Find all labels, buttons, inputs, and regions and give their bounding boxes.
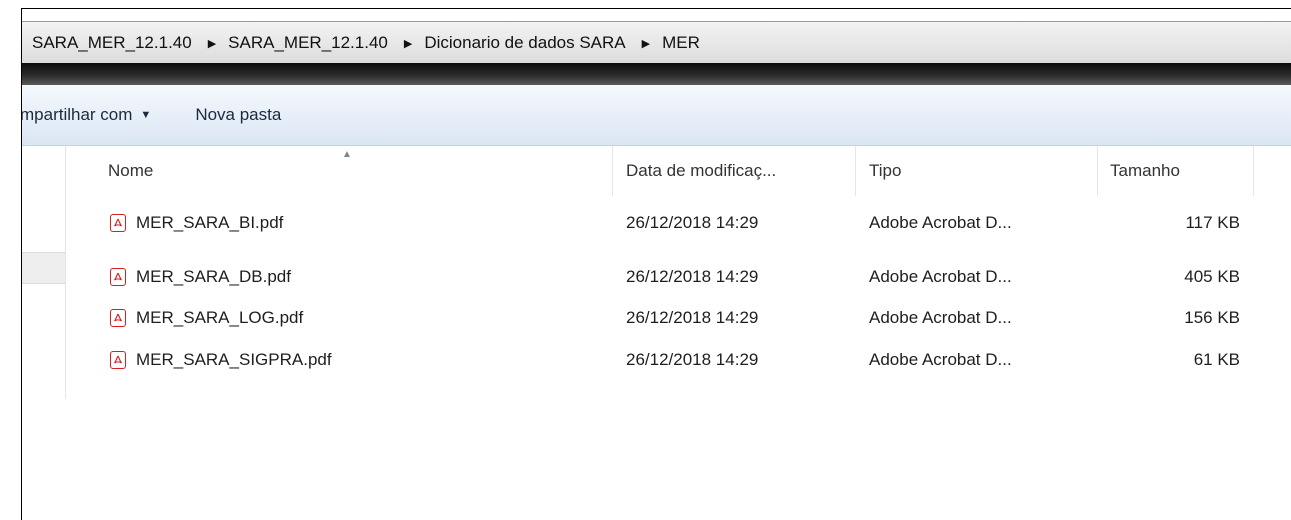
breadcrumb-item-3[interactable]: Dicionario de dados SARA — [422, 33, 631, 53]
file-type: Adobe Acrobat D... — [869, 213, 1012, 232]
file-size: 405 KB — [1184, 267, 1240, 286]
new-folder-label: Nova pasta — [195, 105, 282, 124]
file-name: MER_SARA_BI.pdf — [136, 213, 284, 232]
navigation-pane-selected-item[interactable] — [22, 252, 65, 284]
empty-area — [22, 399, 1291, 520]
pdf-icon — [110, 268, 126, 286]
file-name-cell[interactable]: MER_SARA_BI.pdf — [110, 209, 283, 237]
breadcrumb[interactable]: SARA_MER_12.1.40 ▶ SARA_MER_12.1.40 ▶ Di… — [22, 21, 1291, 65]
navigation-pane[interactable] — [22, 146, 66, 399]
share-with-button[interactable]: mpartilhar com ▼ — [21, 85, 152, 145]
explorer-window: SARA_MER_12.1.40 ▶ SARA_MER_12.1.40 ▶ Di… — [21, 8, 1291, 520]
column-divider[interactable] — [1253, 146, 1254, 196]
column-divider[interactable] — [1097, 146, 1098, 196]
menu-bar-band — [22, 63, 1291, 85]
file-name-cell[interactable]: MER_SARA_LOG.pdf — [110, 304, 303, 332]
file-type: Adobe Acrobat D... — [869, 350, 1012, 369]
column-header-type[interactable]: Tipo — [869, 146, 901, 196]
file-date: 26/12/2018 14:29 — [626, 267, 759, 286]
command-toolbar: mpartilhar com ▼ Nova pasta — [22, 85, 1291, 146]
column-header-date-label: Data de modificaç... — [626, 161, 777, 180]
pdf-icon — [110, 214, 126, 232]
file-date: 26/12/2018 14:29 — [626, 350, 759, 369]
column-divider[interactable] — [612, 146, 613, 196]
pdf-icon — [110, 351, 126, 369]
column-header-name-label: Nome — [108, 161, 154, 180]
file-name-cell[interactable]: MER_SARA_SIGPRA.pdf — [110, 346, 332, 374]
file-type: Adobe Acrobat D... — [869, 267, 1012, 286]
breadcrumb-chevron-icon[interactable]: ▶ — [632, 37, 660, 50]
file-name: MER_SARA_SIGPRA.pdf — [136, 350, 332, 369]
sort-ascending-icon: ▲ — [342, 149, 352, 160]
breadcrumb-item-2[interactable]: SARA_MER_12.1.40 — [226, 33, 394, 53]
column-divider[interactable] — [855, 146, 856, 196]
file-list: ▲ Nome Data de modificaç... Tipo Tamanho — [66, 146, 1291, 399]
column-header-date[interactable]: Data de modificaç... — [626, 146, 776, 196]
breadcrumb-item-4[interactable]: MER — [660, 33, 706, 53]
file-size: 156 KB — [1184, 308, 1240, 327]
file-name: MER_SARA_LOG.pdf — [136, 308, 304, 327]
column-header-name[interactable]: Nome — [108, 146, 153, 196]
pdf-icon — [110, 309, 126, 327]
column-header-size-label: Tamanho — [1110, 161, 1180, 180]
breadcrumb-item-1[interactable]: SARA_MER_12.1.40 — [22, 33, 198, 53]
file-size: 61 KB — [1193, 350, 1240, 369]
breadcrumb-chevron-icon[interactable]: ▶ — [394, 37, 422, 50]
file-size: 117 KB — [1185, 213, 1240, 232]
file-row[interactable]: MER_SARA_SIGPRA.pdf 26/12/2018 14:29 Ado… — [66, 346, 1291, 374]
breadcrumb-chevron-icon[interactable]: ▶ — [198, 37, 226, 50]
file-date: 26/12/2018 14:29 — [626, 308, 759, 327]
file-date: 26/12/2018 14:29 — [626, 213, 759, 232]
file-row[interactable]: MER_SARA_BI.pdf 26/12/2018 14:29 Adobe A… — [66, 209, 1291, 237]
column-header-row: ▲ Nome Data de modificaç... Tipo Tamanho — [66, 146, 1291, 196]
file-type: Adobe Acrobat D... — [869, 308, 1012, 327]
file-row[interactable]: MER_SARA_LOG.pdf 26/12/2018 14:29 Adobe … — [66, 304, 1291, 332]
chevron-down-icon: ▼ — [140, 109, 152, 121]
column-header-size[interactable]: Tamanho — [1110, 146, 1180, 196]
share-with-label: mpartilhar com — [21, 105, 133, 124]
column-header-type-label: Tipo — [869, 161, 902, 180]
file-name-cell[interactable]: MER_SARA_DB.pdf — [110, 263, 291, 291]
file-row[interactable]: MER_SARA_DB.pdf 26/12/2018 14:29 Adobe A… — [66, 263, 1291, 291]
file-name: MER_SARA_DB.pdf — [136, 267, 291, 286]
new-folder-button[interactable]: Nova pasta — [195, 85, 281, 145]
